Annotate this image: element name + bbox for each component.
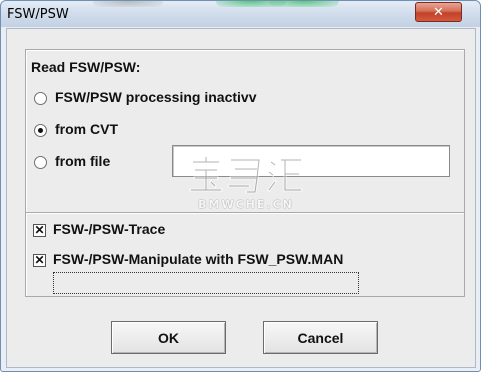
radio-label[interactable]: FSW/PSW processing inactivv bbox=[55, 89, 257, 105]
titlebar-glow bbox=[269, 1, 339, 7]
cancel-button[interactable]: Cancel bbox=[263, 321, 378, 354]
watermark-characters-icon bbox=[189, 155, 303, 194]
radio-button[interactable] bbox=[34, 92, 47, 105]
checkbox-checked[interactable]: ✕ bbox=[33, 224, 46, 237]
checkbox-label[interactable]: FSW-/PSW-Trace bbox=[53, 221, 165, 237]
radio-label[interactable]: from CVT bbox=[55, 121, 118, 137]
read-group-heading: Read FSW/PSW: bbox=[31, 59, 141, 75]
radio-button[interactable] bbox=[34, 156, 47, 169]
ok-button[interactable]: OK bbox=[111, 321, 226, 354]
checkbox-checked[interactable]: ✕ bbox=[33, 254, 46, 267]
watermark-subtext: BMWCHE.CN bbox=[198, 198, 294, 211]
radio-button-selected[interactable] bbox=[34, 124, 47, 137]
checkbox-label[interactable]: FSW-/PSW-Manipulate with FSW_PSW.MAN bbox=[53, 251, 343, 267]
close-icon: ✕ bbox=[433, 4, 444, 20]
radio-selected-dot bbox=[38, 128, 43, 133]
radio-label[interactable]: from file bbox=[55, 153, 110, 169]
title-bar[interactable]: FSW/PSW ✕ bbox=[1, 1, 480, 27]
titlebar-glow bbox=[93, 1, 163, 7]
close-button[interactable]: ✕ bbox=[415, 2, 462, 22]
dialog-window: FSW/PSW ✕ Read FSW/PSW: FSW/PSW processi… bbox=[0, 0, 481, 372]
watermark-logo: BMWCHE.CN bbox=[187, 154, 305, 212]
focus-outline bbox=[53, 272, 359, 294]
window-title: FSW/PSW bbox=[7, 7, 69, 22]
